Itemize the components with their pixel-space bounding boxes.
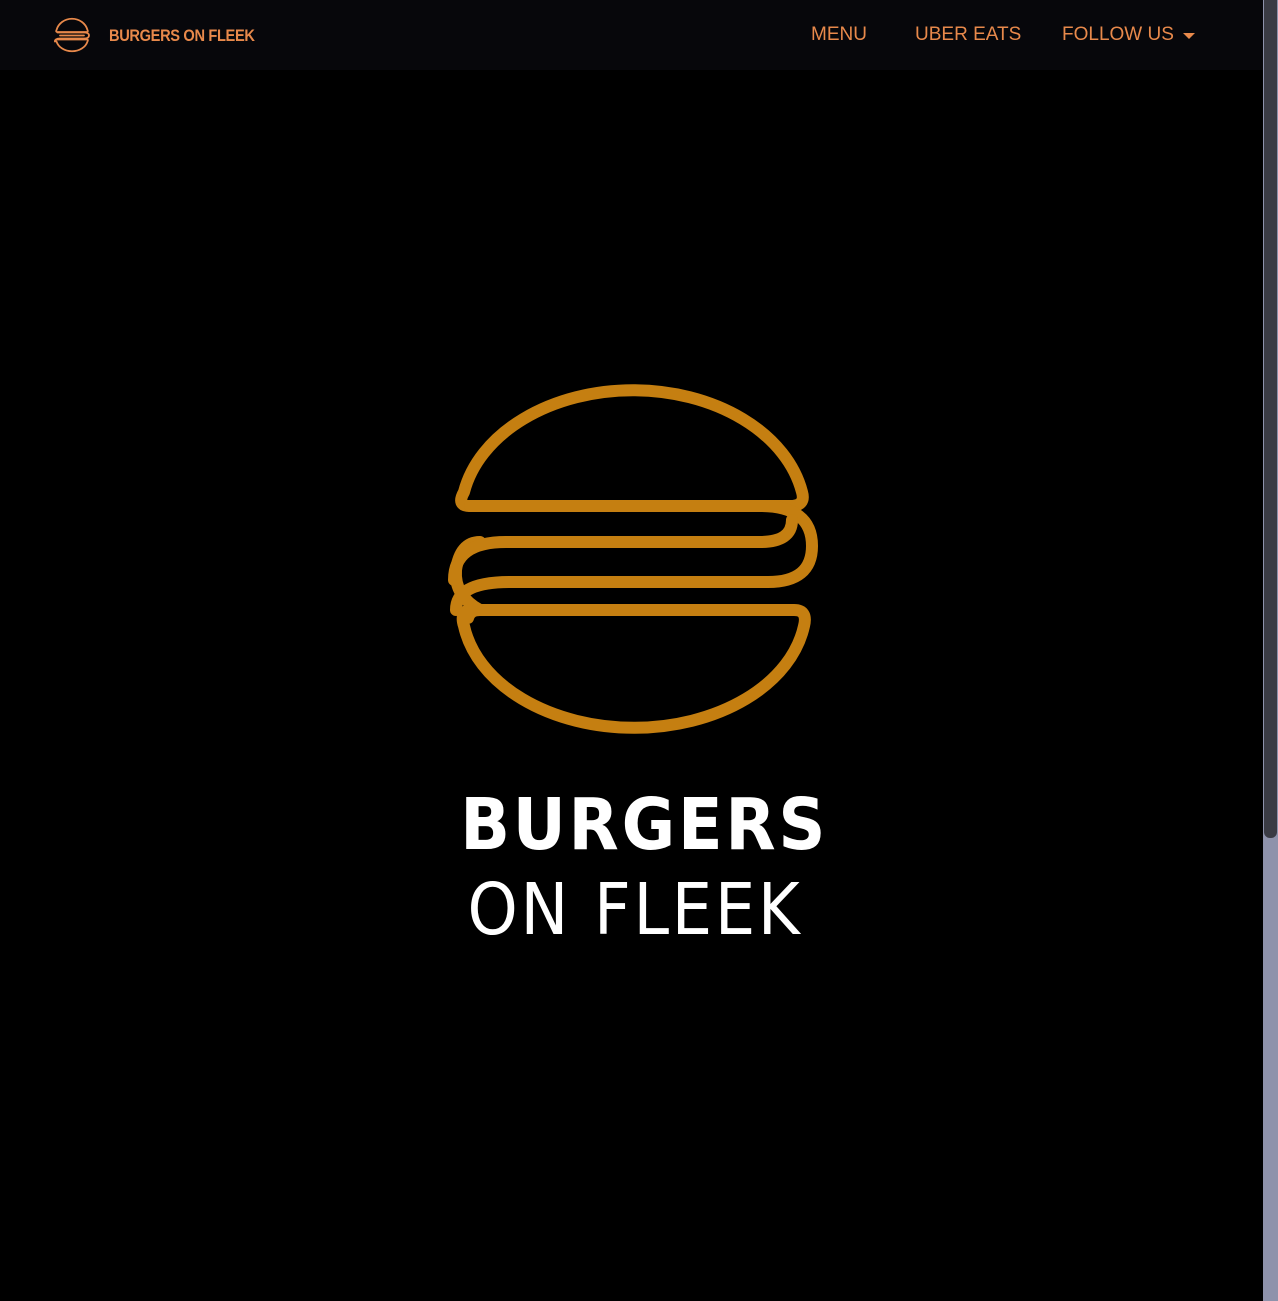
nav-link-uber-eats[interactable]: UBER EATS — [915, 22, 1021, 48]
navbar: BURGERS ON FLEEK MENU UBER EATS FOLLOW U… — [0, 0, 1263, 70]
hero-title-line1: BURGERS — [460, 783, 829, 866]
burger-logo-icon — [448, 384, 818, 734]
brand-name: BURGERS ON FLEEK — [109, 26, 255, 45]
brand-link[interactable]: BURGERS ON FLEEK — [52, 16, 278, 56]
scrollbar-thumb[interactable] — [1264, 0, 1277, 838]
nav-dropdown-follow-us[interactable]: FOLLOW US — [1062, 22, 1195, 48]
hero-title-line2: ON FLEEK — [467, 868, 803, 951]
nav-link-menu[interactable]: MENU — [811, 22, 867, 48]
caret-down-icon — [1182, 33, 1195, 39]
nav-link-follow-us-label: FOLLOW US — [1062, 24, 1174, 45]
hero-title: BURGERS ON FLEEK — [445, 780, 825, 960]
burger-icon — [54, 17, 90, 53]
page: BURGERS ON FLEEK MENU UBER EATS FOLLOW U… — [0, 0, 1278, 1301]
